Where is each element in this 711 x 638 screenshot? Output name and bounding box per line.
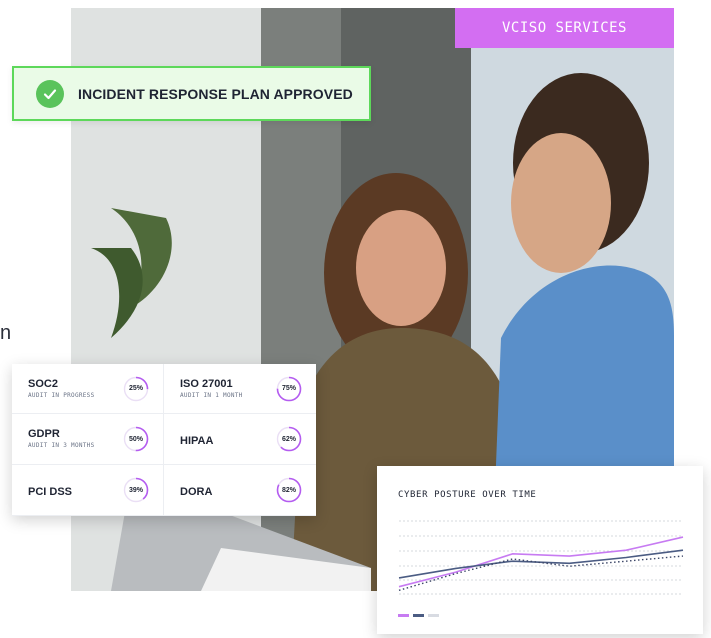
legend-swatch [413, 614, 424, 617]
compliance-item: HIPAA 62% [164, 414, 316, 465]
clipped-text: n [0, 322, 12, 344]
progress-percent: 82% [281, 486, 296, 494]
series-line [398, 555, 684, 592]
compliance-status: AUDIT IN 3 MONTHS [28, 442, 95, 449]
progress-percent: 50% [128, 435, 143, 443]
compliance-item: SOC2 AUDIT IN PROGRESS 25% [12, 364, 164, 414]
compliance-name: SOC2 [28, 378, 58, 390]
legend-swatch [428, 614, 439, 617]
compliance-status: AUDIT IN PROGRESS [28, 392, 95, 399]
compliance-name: GDPR [28, 428, 60, 440]
chart-plot [398, 520, 684, 617]
compliance-grid: SOC2 AUDIT IN PROGRESS 25% ISO 27001 AUDIT I… [12, 364, 316, 516]
legend-swatch [398, 614, 409, 617]
progress-percent: 75% [281, 385, 296, 392]
check-icon [36, 79, 64, 108]
progress-percent: 25% [128, 385, 143, 392]
compliance-item: DORA 82% [164, 465, 316, 516]
compliance-name: DORA [180, 486, 213, 498]
compliance-item: GDPR AUDIT IN 3 MONTHS 50% [12, 414, 164, 465]
compliance-status: AUDIT IN 1 MONTH [180, 392, 243, 399]
progress-percent: 39% [128, 486, 143, 494]
compliance-name: PCI DSS [28, 486, 73, 498]
compliance-name: HIPAA [180, 435, 214, 447]
compliance-item: ISO 27001 AUDIT IN 1 MONTH 75% [164, 364, 316, 414]
vciso-services-badge[interactable]: VCISO SERVICES [455, 8, 674, 48]
cyber-posture-chart: CYBER POSTURE OVER TIME [377, 466, 703, 634]
progress-percent: 62% [281, 435, 296, 443]
approval-banner: INCIDENT RESPONSE PLAN APPROVED [12, 66, 371, 121]
compliance-item: PCI DSS 39% [12, 465, 164, 516]
approval-text: INCIDENT RESPONSE PLAN APPROVED [78, 85, 353, 102]
compliance-name: ISO 27001 [180, 378, 233, 390]
